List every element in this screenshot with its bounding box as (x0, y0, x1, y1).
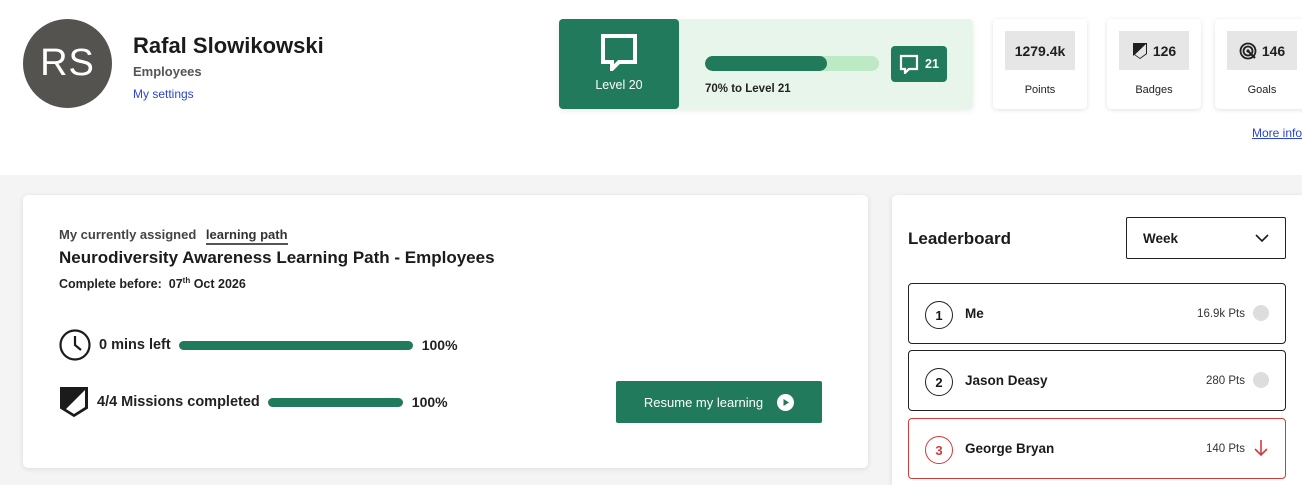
leaderboard-title: Leaderboard (908, 229, 1011, 248)
time-percent: 100% (421, 337, 458, 353)
speech-bubble-icon (601, 34, 637, 71)
due-day: 07 (168, 277, 183, 291)
goals-label: Goals (1247, 84, 1277, 96)
learning-path-link[interactable]: learning path (205, 227, 288, 245)
target-icon (1239, 42, 1257, 59)
level-progress-bar (705, 56, 879, 71)
play-circle-icon (777, 393, 795, 411)
due-rest: Oct 2026 (193, 277, 246, 291)
trend-same-icon (1253, 372, 1269, 388)
stat-card-goals[interactable]: 146 Goals (1215, 19, 1302, 109)
avatar[interactable]: RS (23, 19, 112, 108)
header-section: RS Rafal Slowikowski Employees My settin… (0, 0, 1302, 175)
goals-value-box: 146 (1227, 31, 1297, 70)
time-progress-bar (178, 340, 413, 350)
my-settings-link[interactable]: My settings (133, 87, 194, 101)
leaderboard-points: 16.9k Pts (1197, 308, 1245, 320)
leaderboard-period-select[interactable]: Week (1126, 217, 1286, 259)
time-left-row: 0 mins left 100% (59, 329, 458, 361)
missions-progress-bar (267, 397, 403, 407)
learning-path-assigned-text: My currently assigned learning path (59, 227, 288, 245)
goals-value: 146 (1261, 42, 1286, 59)
level-progress-label: 70% to Level 21 (705, 83, 791, 95)
user-role: Employees (133, 64, 202, 79)
leaderboard-card: Leaderboard Week 1 Me 16.9k Pts 2 Jason … (892, 195, 1302, 485)
shield-icon (1132, 42, 1147, 59)
level-progress-fill (705, 56, 827, 71)
chevron-down-icon (1255, 234, 1269, 242)
assigned-prefix: My currently assigned (59, 227, 197, 242)
arrow-down-icon (1254, 440, 1268, 457)
missions-row: 4/4 Missions completed 100% (59, 386, 448, 418)
badges-value-box: 126 (1119, 31, 1189, 70)
leaderboard-row[interactable]: 1 Me 16.9k Pts (908, 283, 1286, 344)
leaderboard-name: Me (965, 306, 984, 321)
learning-path-title: Neurodiversity Awareness Learning Path -… (59, 248, 495, 267)
badges-value: 126 (1152, 42, 1177, 59)
time-left-label: 0 mins left (99, 337, 171, 353)
missions-percent: 100% (411, 394, 448, 410)
badges-label: Badges (1135, 84, 1173, 96)
more-info-link[interactable]: More info (1252, 126, 1302, 140)
leaderboard-points: 140 Pts (1206, 443, 1245, 455)
rank-badge: 1 (925, 301, 953, 329)
level-card: Level 20 70% to Level 21 21 (559, 19, 973, 109)
points-label: Points (1024, 84, 1056, 96)
leaderboard-points: 280 Pts (1206, 375, 1245, 387)
period-value: Week (1143, 230, 1179, 246)
speech-bubble-icon (899, 54, 919, 74)
leaderboard-name: George Bryan (965, 441, 1055, 456)
due-label: Complete before: (59, 277, 162, 291)
stat-card-badges[interactable]: 126 Badges (1107, 19, 1201, 109)
shield-icon (60, 387, 88, 418)
learning-path-card: My currently assigned learning path Neur… (23, 195, 868, 468)
due-suffix: th (182, 276, 191, 285)
points-value-box: 1279.4k (1005, 31, 1075, 70)
stat-card-points[interactable]: 1279.4k Points (993, 19, 1087, 109)
due-date: Complete before: 07th Oct 2026 (59, 276, 246, 291)
rank-badge: 3 (925, 436, 953, 464)
resume-learning-button[interactable]: Resume my learning (616, 381, 822, 423)
user-name: Rafal Slowikowski (133, 33, 324, 58)
points-value: 1279.4k (1014, 42, 1066, 59)
leaderboard-row[interactable]: 2 Jason Deasy 280 Pts (908, 350, 1286, 411)
missions-label: 4/4 Missions completed (97, 394, 260, 410)
trend-same-icon (1253, 305, 1269, 321)
leaderboard-name: Jason Deasy (965, 373, 1048, 388)
leaderboard-row[interactable]: 3 George Bryan 140 Pts (908, 418, 1286, 479)
avatar-initials: RS (40, 42, 95, 84)
current-level-badge[interactable]: Level 20 (559, 19, 679, 109)
clock-icon (59, 329, 91, 361)
rank-badge: 2 (925, 368, 953, 396)
current-level-label: Level 20 (595, 78, 643, 92)
next-level-number: 21 (925, 57, 939, 71)
next-level-badge[interactable]: 21 (891, 46, 947, 82)
resume-label: Resume my learning (643, 394, 764, 410)
